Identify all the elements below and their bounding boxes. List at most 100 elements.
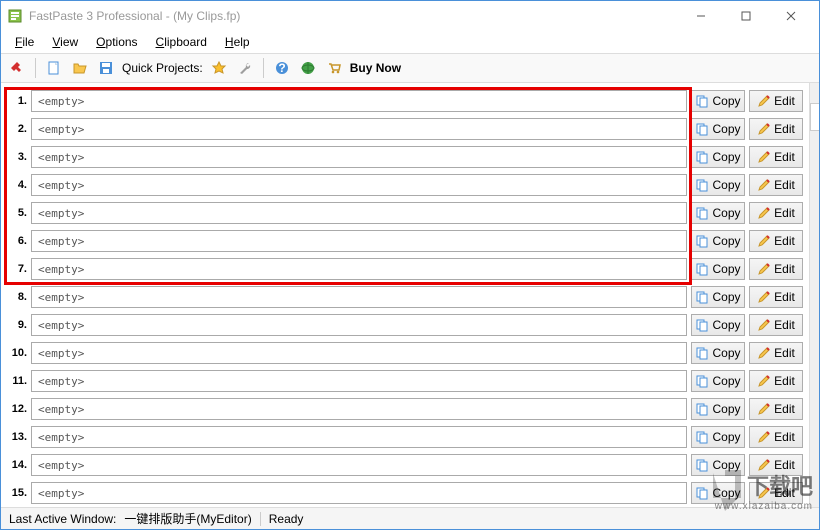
edit-label: Edit [774,318,795,332]
clip-field[interactable]: <empty> [31,426,687,448]
clip-field[interactable]: <empty> [31,202,687,224]
quick-projects-label: Quick Projects: [122,61,203,75]
new-file-icon[interactable] [44,58,64,78]
copy-icon [695,486,709,500]
clip-field[interactable]: <empty> [31,258,687,280]
edit-button[interactable]: Edit [749,230,803,252]
menu-options[interactable]: Options [88,33,145,51]
copy-button[interactable]: Copy [691,398,745,420]
copy-button[interactable]: Copy [691,286,745,308]
clip-number: 10. [5,347,27,359]
edit-button[interactable]: Edit [749,202,803,224]
edit-button[interactable]: Edit [749,118,803,140]
copy-icon [695,402,709,416]
clip-field[interactable]: <empty> [31,398,687,420]
menu-clipboard[interactable]: Clipboard [148,33,215,51]
copy-button[interactable]: Copy [691,90,745,112]
copy-button[interactable]: Copy [691,426,745,448]
edit-button[interactable]: Edit [749,258,803,280]
edit-button[interactable]: Edit [749,370,803,392]
clip-field[interactable]: <empty> [31,370,687,392]
edit-button[interactable]: Edit [749,454,803,476]
clip-field[interactable]: <empty> [31,342,687,364]
edit-label: Edit [774,402,795,416]
clip-number: 2. [5,123,27,135]
copy-button[interactable]: Copy [691,230,745,252]
copy-button[interactable]: Copy [691,454,745,476]
edit-button[interactable]: Edit [749,146,803,168]
minimize-button[interactable] [678,2,723,30]
copy-button[interactable]: Copy [691,314,745,336]
copy-button[interactable]: Copy [691,118,745,140]
menu-view[interactable]: View [44,33,86,51]
statusbar: Last Active Window: 一键排版助手(MyEditor) Rea… [1,507,819,529]
copy-button[interactable]: Copy [691,258,745,280]
clip-row: 6.<empty>CopyEdit [5,227,809,255]
edit-label: Edit [774,234,795,248]
edit-button[interactable]: Edit [749,482,803,504]
edit-label: Edit [774,262,795,276]
clip-row: 9.<empty>CopyEdit [5,311,809,339]
copy-icon [695,430,709,444]
clip-field[interactable]: <empty> [31,90,687,112]
copy-label: Copy [712,318,740,332]
clip-field[interactable]: <empty> [31,314,687,336]
clip-number: 13. [5,431,27,443]
copy-icon [695,262,709,276]
clip-field[interactable]: <empty> [31,482,687,504]
star-icon[interactable] [209,58,229,78]
copy-button[interactable]: Copy [691,146,745,168]
maximize-button[interactable] [723,2,768,30]
copy-button[interactable]: Copy [691,482,745,504]
pin-icon[interactable] [7,58,27,78]
edit-icon [757,290,771,304]
clip-row: 8.<empty>CopyEdit [5,283,809,311]
edit-button[interactable]: Edit [749,398,803,420]
cart-icon[interactable] [324,58,344,78]
status-last-active-value: 一键排版助手(MyEditor) [124,510,251,527]
edit-icon [757,234,771,248]
wrench-icon[interactable] [235,58,255,78]
menu-file[interactable]: File [7,33,42,51]
close-button[interactable] [768,2,813,30]
clip-field[interactable]: <empty> [31,454,687,476]
toolbar: Quick Projects: ? Buy Now [1,53,819,83]
buy-now-button[interactable]: Buy Now [350,61,401,75]
globe-icon[interactable] [298,58,318,78]
clip-field[interactable]: <empty> [31,230,687,252]
copy-label: Copy [712,234,740,248]
copy-label: Copy [712,430,740,444]
copy-icon [695,374,709,388]
window-title: FastPaste 3 Professional - (My Clips.fp) [29,9,678,23]
clip-field[interactable]: <empty> [31,286,687,308]
folder-open-icon[interactable] [70,58,90,78]
edit-button[interactable]: Edit [749,342,803,364]
clip-field[interactable]: <empty> [31,146,687,168]
edit-label: Edit [774,374,795,388]
edit-button[interactable]: Edit [749,314,803,336]
edit-button[interactable]: Edit [749,286,803,308]
clip-field[interactable]: <empty> [31,174,687,196]
save-icon[interactable] [96,58,116,78]
edit-label: Edit [774,206,795,220]
menu-help[interactable]: Help [217,33,258,51]
clip-row: 3.<empty>CopyEdit [5,143,809,171]
toolbar-separator [35,58,36,78]
copy-button[interactable]: Copy [691,370,745,392]
edit-label: Edit [774,346,795,360]
copy-button[interactable]: Copy [691,342,745,364]
edit-button[interactable]: Edit [749,174,803,196]
clip-number: 7. [5,263,27,275]
clip-number: 14. [5,459,27,471]
side-tab[interactable] [810,103,819,131]
edit-button[interactable]: Edit [749,426,803,448]
edit-button[interactable]: Edit [749,90,803,112]
copy-icon [695,458,709,472]
copy-button[interactable]: Copy [691,174,745,196]
clip-field[interactable]: <empty> [31,118,687,140]
help-icon[interactable]: ? [272,58,292,78]
copy-button[interactable]: Copy [691,202,745,224]
clip-list: 1.<empty>CopyEdit2.<empty>CopyEdit3.<emp… [1,83,809,507]
edit-label: Edit [774,122,795,136]
edit-icon [757,402,771,416]
